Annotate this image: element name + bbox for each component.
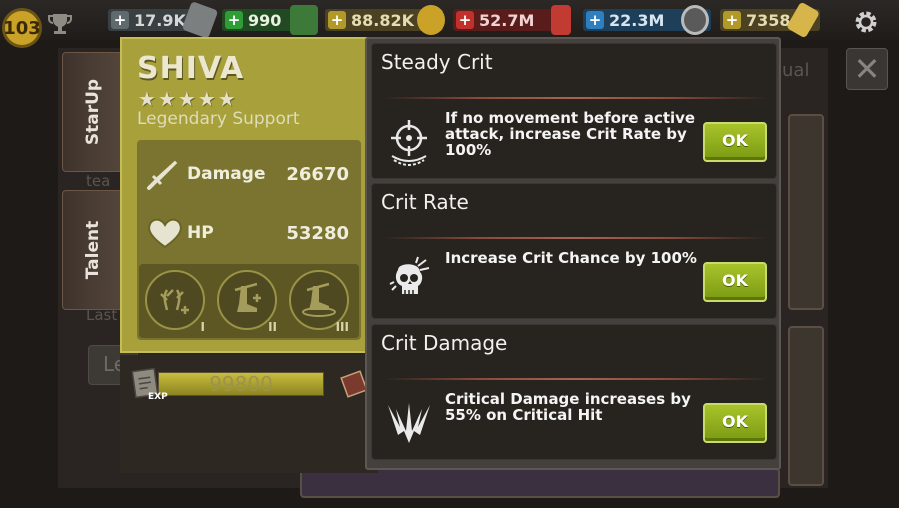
gear-icon[interactable] (852, 8, 880, 36)
exp-label: EXP (148, 392, 168, 402)
player-level-badge[interactable]: 103 (2, 8, 42, 48)
close-button[interactable]: ✕ (846, 48, 888, 90)
top-resource-bar: 103 + 17.9K + 990 + 88.82K + 52.7M + 22.… (0, 0, 899, 48)
antler-plus-icon (160, 289, 189, 314)
damage-value: 26670 (286, 164, 349, 185)
coin-icon (417, 5, 445, 35)
divider (382, 97, 768, 99)
tickets-value: 7358 (746, 10, 791, 30)
talent-title: Steady Crit (381, 50, 493, 74)
hero-stars: ★ ★ ★ ★ ★ (138, 89, 236, 109)
skill-slot-2[interactable]: II (217, 270, 277, 334)
talent-card-crit-rate: Crit Rate Increase Crit Chance by 100% O… (371, 183, 777, 319)
skull-icon (389, 256, 430, 294)
talent-card-steady-crit: Steady Crit If no movement before active… (371, 43, 777, 179)
hp-value: 53280 (286, 223, 349, 244)
badges-value: 17.9K (134, 10, 186, 30)
skill-slot-1[interactable]: I (145, 270, 205, 334)
add-tickets-button[interactable]: + (723, 11, 741, 29)
background-card (788, 114, 824, 310)
background-card (788, 326, 824, 486)
star-icon: ★ (217, 87, 236, 111)
resource-badges[interactable]: + 17.9K (108, 1, 219, 39)
skill-level-label: I (200, 320, 205, 334)
claw-burst-icon (388, 403, 430, 443)
talent-title: Crit Damage (381, 331, 508, 355)
skill-slot-3[interactable]: III (289, 270, 349, 334)
hero-name: SHIVA (137, 51, 245, 86)
add-wheels-button[interactable]: + (586, 11, 604, 29)
damage-label: Damage (187, 164, 266, 184)
add-soda-button[interactable]: + (456, 11, 474, 29)
tab-starup[interactable]: StarUp (62, 52, 124, 172)
cash-value: 990 (248, 10, 282, 30)
star-icon: ★ (177, 87, 196, 111)
exp-value: 99800 (209, 372, 273, 396)
boot-plus-icon (234, 282, 261, 312)
talent-card-crit-damage: Crit Damage Critical Damage increases by… (371, 324, 777, 460)
hp-label: HP (187, 223, 214, 243)
talent-description: If no movement before active attack, inc… (445, 109, 696, 159)
ticket-icon (785, 1, 821, 39)
tab-starup-label: StarUp (83, 78, 103, 146)
exp-bar: 99800 (158, 372, 324, 396)
talent-description: Critical Damage increases by 55% on Crit… (445, 390, 691, 424)
hero-skills: I II III (139, 264, 359, 338)
heart-icon (148, 218, 182, 249)
trophy-icon[interactable] (46, 10, 74, 38)
coins-value: 88.82K (351, 10, 415, 30)
ok-button[interactable]: OK (703, 122, 767, 162)
sword-icon (147, 159, 179, 190)
hero-card: SHIVA ★ ★ ★ ★ ★ Legendary Support Damage… (120, 37, 378, 353)
soda-value: 52.7M (479, 10, 535, 30)
soda-can-icon (551, 5, 571, 35)
skill-level-label: III (335, 320, 349, 334)
background-text-fragment: ual (782, 60, 810, 81)
ok-button[interactable]: OK (703, 262, 767, 302)
boot-ring-icon (302, 282, 336, 317)
resource-soda[interactable]: + 52.7M (453, 5, 571, 35)
tab-talent-label: Talent (83, 220, 103, 280)
star-icon: ★ (157, 87, 176, 111)
background-text-fragment: Last (86, 306, 118, 324)
star-icon: ★ (197, 87, 216, 111)
resource-coins[interactable]: + 88.82K (325, 5, 445, 35)
background-text-fragment: tea (86, 172, 111, 190)
resource-tickets[interactable]: + 7358 (720, 1, 821, 39)
wheels-value: 22.3M (609, 10, 665, 30)
skill-level-label: II (268, 320, 277, 334)
stat-row-hp: HP 53280 (137, 213, 361, 253)
crosshair-icon (391, 120, 427, 166)
hero-class: Legendary Support (137, 109, 300, 129)
stat-row-damage: Damage 26670 (137, 154, 361, 194)
divider (382, 237, 768, 239)
talent-popup: Steady Crit If no movement before active… (365, 37, 781, 470)
add-coins-button[interactable]: + (328, 11, 346, 29)
talent-description: Increase Crit Chance by 100% (445, 249, 697, 267)
resource-wheels[interactable]: + 22.3M (583, 5, 711, 35)
ok-button[interactable]: OK (703, 403, 767, 443)
divider (382, 378, 768, 380)
add-cash-button[interactable]: + (225, 11, 243, 29)
add-badges-button[interactable]: + (111, 11, 129, 29)
talent-title: Crit Rate (381, 190, 469, 214)
star-icon: ★ (138, 87, 156, 111)
cash-icon (290, 5, 318, 35)
wheel-icon (681, 5, 709, 35)
badge-icon (181, 1, 219, 39)
tab-talent[interactable]: Talent (62, 190, 124, 310)
resource-cash[interactable]: + 990 (222, 5, 318, 35)
hero-stats-box: Damage 26670 HP 53280 I II III (137, 140, 361, 340)
